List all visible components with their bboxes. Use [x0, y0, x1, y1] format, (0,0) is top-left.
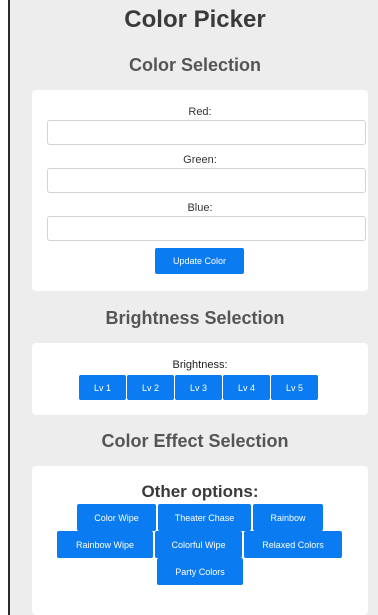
brightness-label: Brightness: [172, 359, 228, 371]
brightness-level-4-button[interactable]: Lv 4 [223, 375, 270, 400]
theater-chase-button[interactable]: Theater Chase [158, 504, 251, 531]
blue-input[interactable] [47, 216, 366, 241]
brightness-level-1-button[interactable]: Lv 1 [79, 375, 126, 400]
page-title: Color Picker [124, 6, 266, 33]
update-color-button[interactable]: Update Color [155, 248, 244, 274]
left-edge [0, 0, 10, 615]
effect-section-title: Color Effect Selection [101, 431, 289, 451]
brightness-level-2-button[interactable]: Lv 2 [127, 375, 174, 400]
brightness-level-5-button[interactable]: Lv 5 [271, 375, 318, 400]
brightness-level-3-button[interactable]: Lv 3 [175, 375, 222, 400]
color-wipe-button[interactable]: Color Wipe [77, 504, 156, 531]
red-input[interactable] [47, 120, 366, 145]
green-label: Green: [183, 154, 217, 166]
relaxed-colors-button[interactable]: Relaxed Colors [244, 531, 342, 558]
party-colors-button[interactable]: Party Colors [157, 558, 243, 585]
green-input[interactable] [47, 168, 366, 193]
effect-card: Other options: Color Wipe Theater Chase … [32, 466, 368, 615]
brightness-card: Brightness: Lv 1 Lv 2 Lv 3 Lv 4 Lv 5 [32, 343, 368, 415]
rainbow-button[interactable]: Rainbow [253, 504, 323, 531]
blue-label: Blue: [187, 202, 213, 214]
color-section-title: Color Selection [128, 55, 262, 75]
red-label: Red: [188, 106, 212, 118]
other-options-title: Other options: [141, 482, 259, 501]
brightness-section-title: Brightness Selection [105, 308, 285, 328]
colorful-wipe-button[interactable]: Colorful Wipe [155, 531, 242, 558]
rainbow-wipe-button[interactable]: Rainbow Wipe [57, 531, 153, 558]
color-selection-card: Red: Green: Blue: Update Color [32, 90, 368, 291]
